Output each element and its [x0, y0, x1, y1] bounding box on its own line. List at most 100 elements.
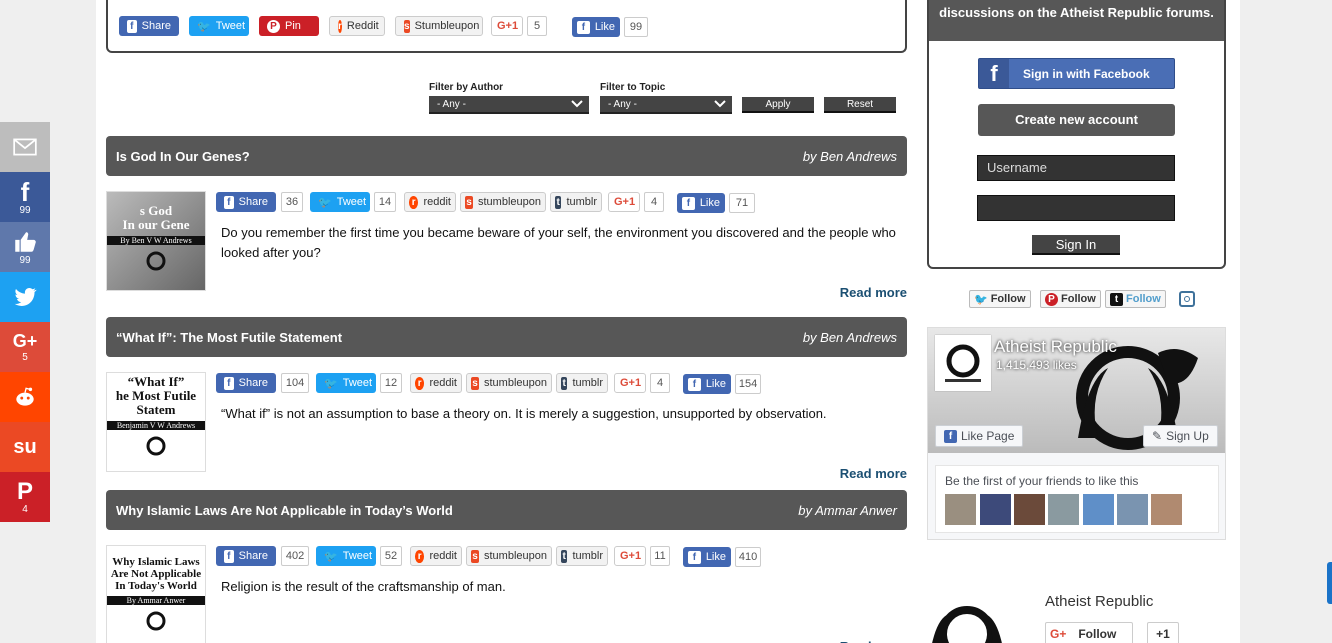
stumbleupon-icon: su — [13, 435, 37, 458]
stumbleupon-button[interactable]: s Stumbleupon — [395, 16, 483, 36]
apply-button[interactable]: Apply — [742, 97, 814, 113]
tweet-button[interactable]: 🐦 Tweet — [316, 546, 376, 566]
friend-avatar[interactable] — [1083, 494, 1114, 525]
sign-up-button[interactable]: ✎ Sign Up — [1143, 425, 1218, 447]
feedback-tab[interactable] — [1327, 562, 1332, 604]
googleplus-follow-button[interactable]: G+ Follow — [1045, 622, 1133, 643]
tumblr-label: tumblr — [572, 377, 603, 389]
article-title[interactable]: Why Islamic Laws Are Not Applicable in T… — [116, 503, 453, 518]
like-share-count: 99 — [19, 254, 31, 266]
friend-avatar[interactable] — [1014, 494, 1045, 525]
thumbnail-title-line: Why Islamic Laws — [112, 556, 200, 568]
username-input[interactable]: Username — [977, 155, 1175, 181]
twitter-icon: 🐦 — [324, 377, 338, 390]
email-share-button[interactable] — [0, 122, 50, 172]
googleplus-page-name[interactable]: Atheist Republic — [1045, 593, 1153, 610]
password-input[interactable] — [977, 195, 1175, 221]
article-author[interactable]: by Ben Andrews — [803, 149, 897, 164]
googleplus-button[interactable]: G+1 — [491, 16, 523, 36]
thumbnail-title-line: s God — [139, 203, 173, 218]
article-author[interactable]: by Ben Andrews — [803, 330, 897, 345]
twitter-share-button[interactable] — [0, 272, 50, 322]
friend-avatar[interactable] — [945, 494, 976, 525]
reddit-button[interactable]: r reddit — [410, 373, 462, 393]
reddit-label: reddit — [429, 377, 457, 389]
article-thumbnail[interactable]: Why Islamic Laws Are Not Applicable In Tod… — [106, 545, 206, 643]
topic-filter-select[interactable]: - Any - — [600, 96, 732, 114]
author-filter-select[interactable]: - Any - — [429, 96, 589, 114]
article-title-bar: “What If”: The Most Futile Statement by … — [106, 317, 907, 357]
facebook-signin-button[interactable]: f Sign in with Facebook — [978, 58, 1175, 89]
friend-avatar[interactable] — [980, 494, 1011, 525]
reset-button[interactable]: Reset — [824, 97, 896, 113]
read-more-link[interactable]: Read more — [840, 639, 907, 643]
reddit-button[interactable]: r reddit — [410, 546, 462, 566]
article-title[interactable]: “What If”: The Most Futile Statement — [116, 330, 342, 345]
googleplus-button[interactable]: G+1 — [614, 546, 646, 566]
pin-button[interactable]: P Pin — [259, 16, 319, 36]
instagram-icon[interactable] — [1179, 291, 1195, 307]
facebook-share-button[interactable]: f Share — [216, 192, 276, 212]
friend-avatar[interactable] — [1151, 494, 1182, 525]
facebook-share-button[interactable]: f Share — [119, 16, 179, 36]
tweet-button[interactable]: 🐦 Tweet — [189, 16, 249, 36]
signin-button[interactable]: Sign In — [1032, 235, 1120, 255]
reddit-button[interactable]: r reddit — [404, 192, 456, 212]
tumblr-button[interactable]: t tumblr — [556, 373, 608, 393]
friend-avatar[interactable] — [1048, 494, 1079, 525]
like-share-button[interactable]: 99 — [0, 222, 50, 272]
twitter-icon: 🐦 — [974, 293, 988, 306]
article-title[interactable]: Is God In Our Genes? — [116, 149, 250, 164]
create-account-button[interactable]: Create new account — [978, 104, 1175, 136]
tweet-label: Tweet — [215, 20, 246, 32]
stumbleupon-button[interactable]: s stumbleupon — [460, 192, 546, 212]
googleplus-label: G+1 — [614, 196, 636, 208]
facebook-icon: f — [577, 20, 590, 34]
facebook-share-button[interactable]: f Share — [216, 373, 276, 393]
googleplus-button[interactable]: G+1 — [614, 373, 646, 393]
read-more-link[interactable]: Read more — [840, 466, 907, 481]
like-label: Like — [705, 378, 726, 390]
tumblr-button[interactable]: t tumblr — [556, 546, 608, 566]
pinterest-follow-button[interactable]: P Follow — [1040, 290, 1101, 308]
page-name[interactable]: Atheist Republic — [994, 337, 1117, 357]
googleplus-share-button[interactable]: G+ 5 — [0, 322, 50, 372]
read-more-link[interactable]: Read more — [840, 285, 907, 300]
pinterest-share-button[interactable]: P 4 — [0, 472, 50, 522]
facebook-icon: f — [944, 429, 957, 443]
stumbleupon-share-button[interactable]: su — [0, 422, 50, 472]
stumbleupon-button[interactable]: s stumbleupon — [466, 546, 552, 566]
facebook-like-button[interactable]: f Like — [572, 17, 620, 37]
facebook-share-button[interactable]: f Share — [216, 546, 276, 566]
tweet-button[interactable]: 🐦 Tweet — [310, 192, 370, 212]
tumblr-follow-button[interactable]: t Follow — [1105, 290, 1166, 308]
facebook-like-button[interactable]: f Like — [683, 547, 731, 567]
like-count: 154 — [735, 374, 761, 394]
reddit-share-button[interactable] — [0, 372, 50, 422]
page-avatar[interactable] — [935, 335, 991, 391]
like-label: Like — [705, 551, 726, 563]
googleplus-count: 4 — [644, 192, 664, 212]
article-thumbnail[interactable]: s God In our Gene By Ben V W Andrews — [106, 191, 206, 291]
article-thumbnail[interactable]: “What If” he Most Futile Statem Benjamin … — [106, 372, 206, 472]
facebook-like-button[interactable]: f Like — [683, 374, 731, 394]
googleplus-button[interactable]: G+1 — [608, 192, 640, 212]
tumblr-icon: t — [561, 376, 568, 390]
facebook-share-button[interactable]: f 99 — [0, 172, 50, 222]
friend-avatar[interactable] — [1117, 494, 1148, 525]
twitter-follow-label: Follow — [990, 293, 1026, 305]
reddit-button[interactable]: r Reddit — [329, 16, 385, 36]
article-author[interactable]: by Ammar Anwer — [798, 503, 897, 518]
tweet-button[interactable]: 🐦 Tweet — [316, 373, 376, 393]
stumbleupon-button[interactable]: s stumbleupon — [466, 373, 552, 393]
like-page-button[interactable]: f Like Page — [935, 425, 1024, 447]
googleplus-plusone-button[interactable]: +1 — [1147, 622, 1179, 643]
reddit-label: reddit — [423, 196, 451, 208]
facebook-like-button[interactable]: f Like — [677, 193, 725, 213]
pin-label: Pin — [285, 20, 301, 32]
stumbleupon-icon: s — [471, 376, 479, 390]
article-title-bar: Why Islamic Laws Are Not Applicable in T… — [106, 490, 907, 530]
twitter-follow-button[interactable]: 🐦 Follow — [969, 290, 1031, 308]
tumblr-button[interactable]: t tumblr — [550, 192, 602, 212]
topic-filter-label: Filter to Topic — [600, 82, 666, 93]
